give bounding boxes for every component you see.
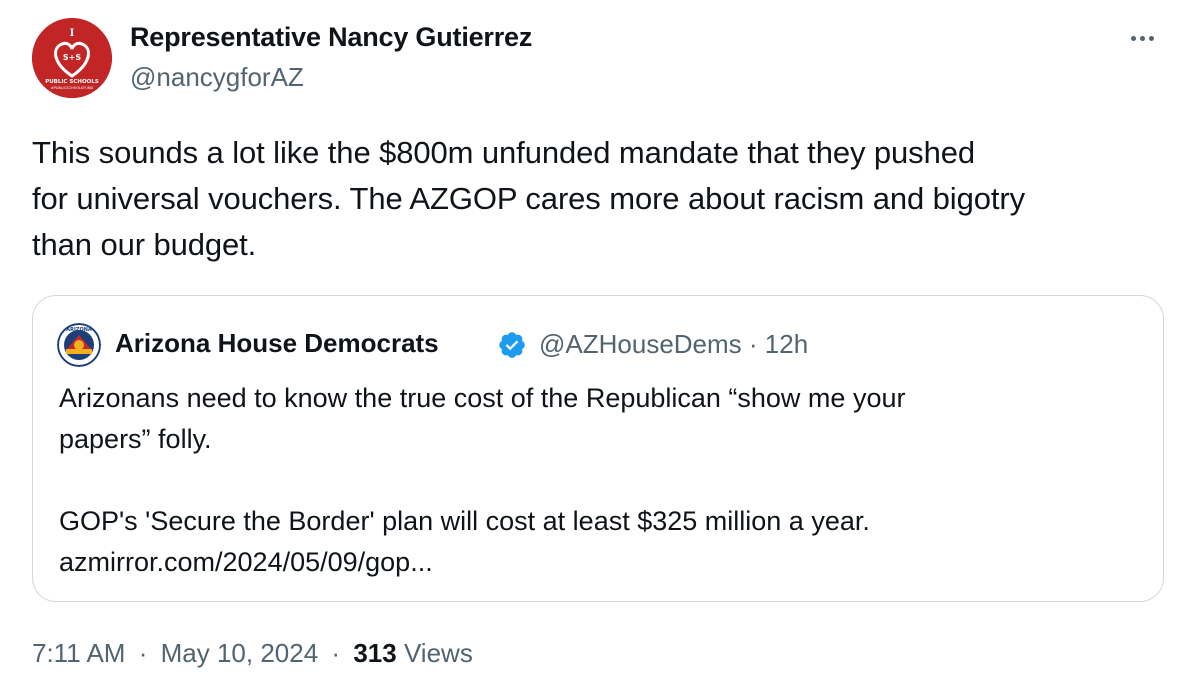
more-options-button[interactable]: [1122, 22, 1162, 54]
quote-author-name[interactable]: Arizona House Democrats: [115, 328, 439, 359]
views-count: 313: [353, 638, 397, 668]
author-avatar[interactable]: I S+S PUBLIC SCHOOLS #PUBLICSCHOOLSFUND: [32, 18, 112, 98]
svg-text:I: I: [70, 28, 75, 39]
meta-separator: ·: [138, 638, 148, 668]
author-handle[interactable]: @nancygforAZ: [130, 62, 304, 93]
tweet-text-line: for universal vouchers. The AZGOP cares …: [32, 181, 1026, 216]
tweet-text-line: This sounds a lot like the $800m unfunde…: [32, 135, 975, 170]
author-name[interactable]: Representative Nancy Gutierrez: [130, 22, 532, 53]
verified-badge-icon: [499, 332, 525, 358]
svg-text:#PUBLICSCHOOLSFUND: #PUBLICSCHOOLSFUND: [51, 86, 94, 90]
public-schools-logo-icon: I S+S PUBLIC SCHOOLS #PUBLICSCHOOLSFUND: [32, 18, 112, 98]
tweet-text-line: than our budget.: [32, 227, 257, 262]
tweet-date[interactable]: May 10, 2024: [161, 638, 319, 668]
quote-text-line: Arizonans need to know the true cost of …: [59, 383, 906, 413]
more-horizontal-icon-dot: [1139, 35, 1145, 41]
tweet-time[interactable]: 7:11 AM: [32, 638, 125, 668]
views-label: Views: [403, 638, 473, 668]
meta-separator: ·: [331, 638, 341, 668]
more-horizontal-icon: [1130, 35, 1136, 41]
quote-author-avatar[interactable]: ARIZONA: [57, 323, 101, 367]
quote-author-handle-time[interactable]: @AZHouseDems · 12h: [539, 329, 808, 360]
svg-text:S+S: S+S: [63, 53, 81, 62]
tweet-meta: 7:11 AM · May 10, 2024 · 313 Views: [32, 638, 473, 669]
more-horizontal-icon-dot: [1148, 35, 1154, 41]
quote-link[interactable]: azmirror.com/2024/05/09/gop...: [59, 542, 1139, 583]
quote-tweet-card[interactable]: ARIZONA Arizona House Democrats @AZHouse…: [32, 295, 1164, 602]
svg-text:ARIZONA: ARIZONA: [66, 327, 92, 333]
quote-text-line: papers” folly.: [59, 424, 212, 454]
tweet-text: This sounds a lot like the $800m unfunde…: [32, 130, 1172, 268]
quote-text: Arizonans need to know the true cost of …: [59, 378, 1139, 583]
quote-text-blank-line: [59, 460, 1139, 501]
quote-text-line: GOP's 'Secure the Border' plan will cost…: [59, 506, 870, 536]
svg-text:PUBLIC SCHOOLS: PUBLIC SCHOOLS: [45, 79, 99, 85]
arizona-seal-icon: ARIZONA: [57, 323, 101, 367]
